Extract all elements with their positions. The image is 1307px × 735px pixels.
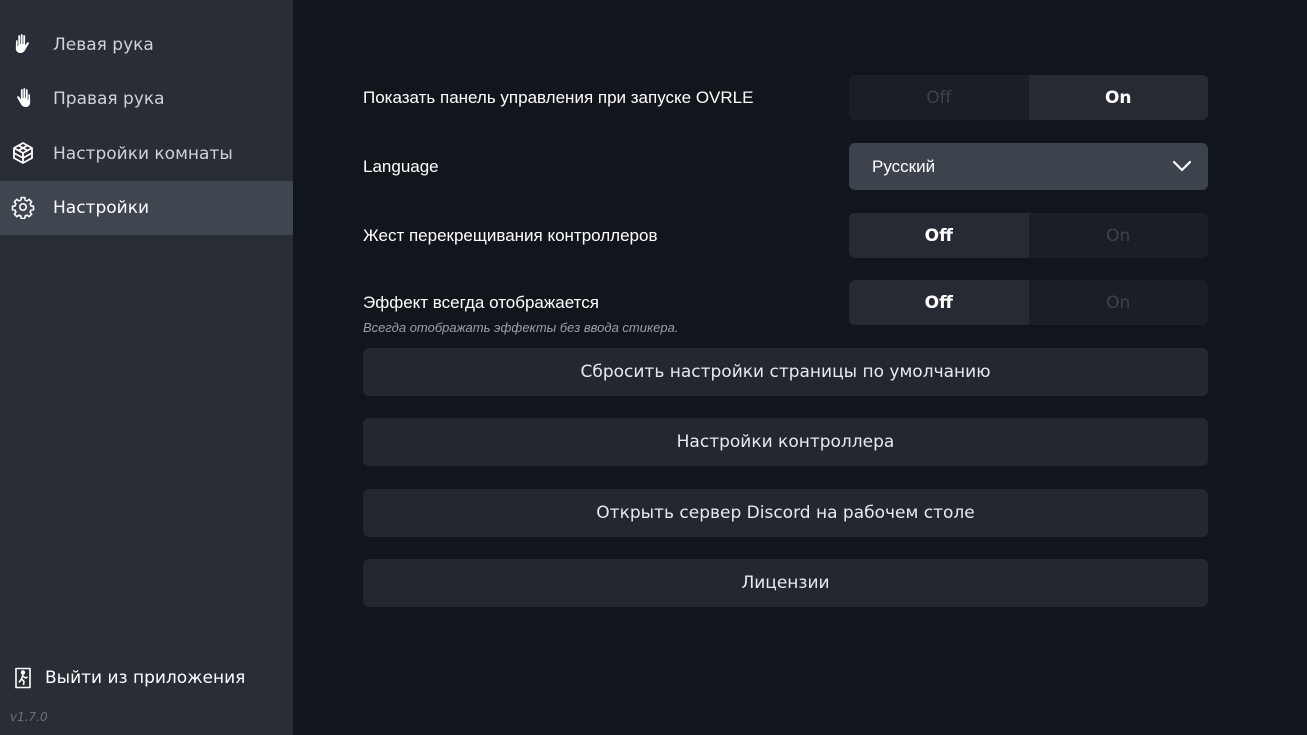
language-value: Русский: [872, 157, 936, 176]
cross-gesture-toggle: Off On: [849, 213, 1208, 258]
right-hand-icon: [17, 88, 31, 107]
language-label: Language: [363, 157, 439, 176]
left-hand-icon: [15, 34, 29, 53]
show-panel-toggle: Off On: [849, 75, 1208, 120]
cross-gesture-label: Жест перекрещивания контроллеров: [363, 226, 658, 245]
effect-always-off-option[interactable]: Off: [849, 280, 1029, 325]
sidebar-item-left-hand[interactable]: Левая рука: [0, 18, 293, 72]
licenses-button[interactable]: Лицензии: [363, 559, 1208, 607]
sidebar-item-settings[interactable]: Настройки: [0, 181, 293, 235]
effect-always-sublabel: Всегда отображать эффекты без ввода стик…: [363, 320, 679, 335]
reset-page-settings-button[interactable]: Сбросить настройки страницы по умолчанию: [363, 348, 1208, 396]
exit-label: Выйти из приложения: [45, 668, 246, 688]
sidebar-item-label: Левая рука: [53, 35, 154, 55]
sidebar-item-room-settings[interactable]: Настройки комнаты: [0, 127, 293, 181]
show-panel-on-option[interactable]: On: [1028, 75, 1208, 120]
show-panel-label: Показать панель управления при запуске O…: [363, 88, 754, 107]
sidebar-item-right-hand[interactable]: Правая рука: [0, 72, 293, 126]
sidebar-item-label: Настройки: [53, 198, 150, 218]
exit-app-button[interactable]: Выйти из приложения: [0, 660, 293, 696]
sidebar: Левая рука Правая рука Настройки комнаты…: [0, 0, 293, 735]
room-icon: [13, 142, 33, 164]
controller-settings-button[interactable]: Настройки контроллера: [363, 418, 1208, 466]
chevron-down-icon: [1172, 160, 1192, 172]
effect-always-on-option[interactable]: On: [1029, 280, 1209, 325]
open-discord-button[interactable]: Открыть сервер Discord на рабочем столе: [363, 489, 1208, 537]
exit-door-icon: [15, 667, 31, 689]
cross-gesture-off-option[interactable]: Off: [849, 213, 1029, 258]
effect-always-label: Эффект всегда отображается: [363, 293, 599, 312]
sidebar-item-label: Правая рука: [53, 89, 165, 109]
show-panel-off-option[interactable]: Off: [849, 75, 1029, 120]
language-select[interactable]: Русский: [849, 143, 1208, 190]
sidebar-item-label: Настройки комнаты: [53, 144, 233, 164]
gear-icon: [11, 196, 35, 219]
version-label: v1.7.0: [10, 710, 48, 724]
effect-always-toggle: Off On: [849, 280, 1208, 325]
cross-gesture-on-option[interactable]: On: [1029, 213, 1209, 258]
